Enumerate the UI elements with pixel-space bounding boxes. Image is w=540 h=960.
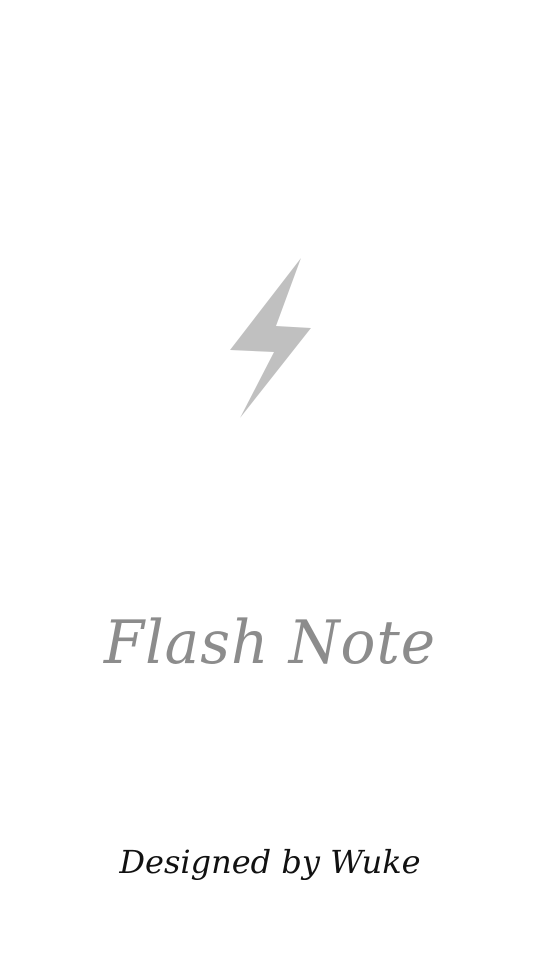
app-title: Flash Note bbox=[103, 606, 437, 678]
lightning-bolt-icon bbox=[226, 256, 316, 420]
splash-screen: Flash Note Designed by Wuke bbox=[0, 0, 540, 960]
designer-credit: Designed by Wuke bbox=[119, 843, 421, 881]
